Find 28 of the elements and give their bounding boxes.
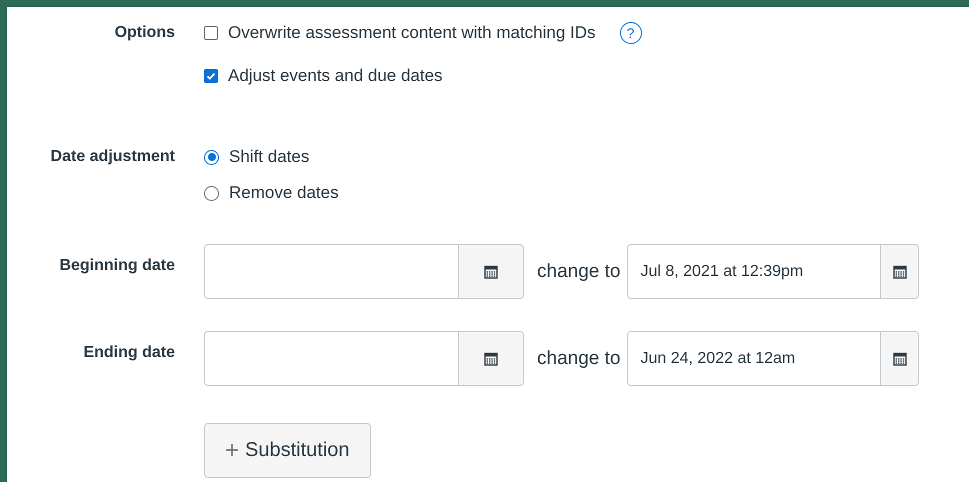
calendar-icon [484,352,498,366]
field-label: Ending date [83,343,175,363]
date-field[interactable] [204,244,458,299]
change-to-label: change to [537,348,620,370]
radio-button[interactable] [204,186,219,200]
calendar-button[interactable] [880,331,920,386]
date-field[interactable]: Jun 24, 2022 at 12am [627,331,880,386]
calendar-icon [484,264,498,278]
add-substitution-button[interactable]: + Substitution [204,423,371,478]
help-icon[interactable]: ? [620,22,642,44]
radio-button[interactable] [204,150,219,164]
checkbox[interactable] [204,26,218,40]
field-label: Options [114,23,175,43]
radio-label[interactable]: Remove dates [229,183,339,203]
checkbox[interactable] [204,69,218,83]
field-label: Date adjustment [50,147,175,167]
checkbox-label[interactable]: Overwrite assessment content with matching IDs [228,23,596,43]
calendar-icon [892,352,907,366]
calendar-button[interactable] [458,244,524,299]
calendar-button[interactable] [880,244,920,299]
date-field[interactable] [204,331,458,386]
radio-label[interactable]: Shift dates [229,147,310,167]
calendar-button[interactable] [458,331,524,386]
checkbox-label[interactable]: Adjust events and due dates [228,66,443,86]
change-to-label: change to [537,260,620,282]
calendar-icon [892,264,907,278]
field-label: Beginning date [59,256,175,276]
date-field[interactable]: Jul 8, 2021 at 12:39pm [627,244,880,299]
